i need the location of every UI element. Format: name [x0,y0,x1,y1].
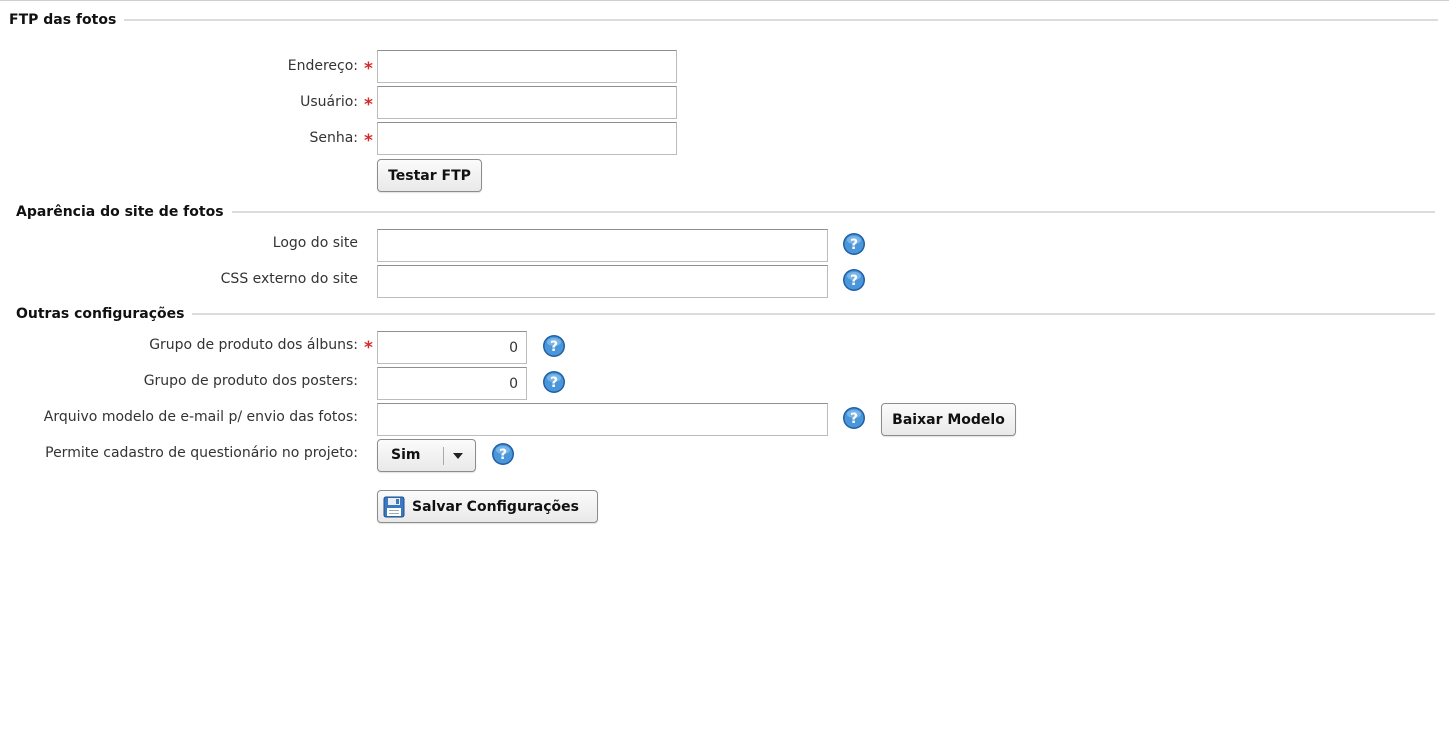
address-label: Endereço: [287,58,358,74]
email-template-label: Arquivo modelo de e-mail p/ envio das fo… [43,409,358,425]
section-other: Outras configurações [16,304,1435,324]
password-input[interactable] [377,122,677,155]
triangle-down-icon [453,453,463,459]
email-template-input[interactable] [377,403,828,436]
section-divider [192,313,1435,315]
section-appearance: Aparência do site de fotos [16,202,1435,222]
album-group-label: Grupo de produto dos álbuns: [149,337,358,353]
questionnaire-selected-value: Sim [391,447,421,463]
section-divider [231,211,1435,213]
poster-group-input[interactable] [377,367,527,400]
album-group-input[interactable] [377,331,527,364]
user-input[interactable] [377,86,677,119]
section-divider [124,19,1438,21]
css-label: CSS externo do site [220,271,358,287]
logo-label: Logo do site [272,235,358,251]
address-input[interactable] [377,50,677,83]
help-icon[interactable]: ? [542,334,566,358]
help-icon[interactable]: ? [491,442,515,466]
poster-group-label: Grupo de produto dos posters: [143,373,358,389]
save-settings-button[interactable]: Salvar Configurações [377,490,598,523]
help-icon[interactable]: ? [542,370,566,394]
download-template-button[interactable]: Baixar Modelo [881,403,1016,436]
save-settings-label: Salvar Configurações [412,498,580,515]
logo-input[interactable] [377,229,828,262]
section-title-other: Outras configurações [16,306,185,322]
top-border [0,0,1449,1]
password-label: Senha: [309,130,358,146]
required-marker: * [364,338,373,358]
css-input[interactable] [377,265,828,298]
svg-text:?: ? [850,411,858,427]
help-icon[interactable]: ? [842,232,866,256]
section-title-ftp: FTP das fotos [9,12,117,28]
svg-text:?: ? [550,375,558,391]
test-ftp-button[interactable]: Testar FTP [377,159,482,192]
required-marker: * [364,95,373,115]
svg-text:?: ? [850,273,858,289]
required-marker: * [364,131,373,151]
svg-text:?: ? [850,237,858,253]
svg-text:?: ? [499,447,507,463]
questionnaire-select[interactable]: Sim [377,439,476,472]
help-icon[interactable]: ? [842,406,866,430]
floppy-disk-icon [383,496,405,517]
user-label: Usuário: [300,94,358,110]
questionnaire-label: Permite cadastro de questionário no proj… [45,445,358,461]
section-ftp: FTP das fotos [9,10,1438,30]
required-marker: * [364,59,373,79]
help-icon[interactable]: ? [842,268,866,292]
svg-text:?: ? [550,339,558,355]
select-separator [443,447,444,465]
section-title-appearance: Aparência do site de fotos [16,204,224,220]
